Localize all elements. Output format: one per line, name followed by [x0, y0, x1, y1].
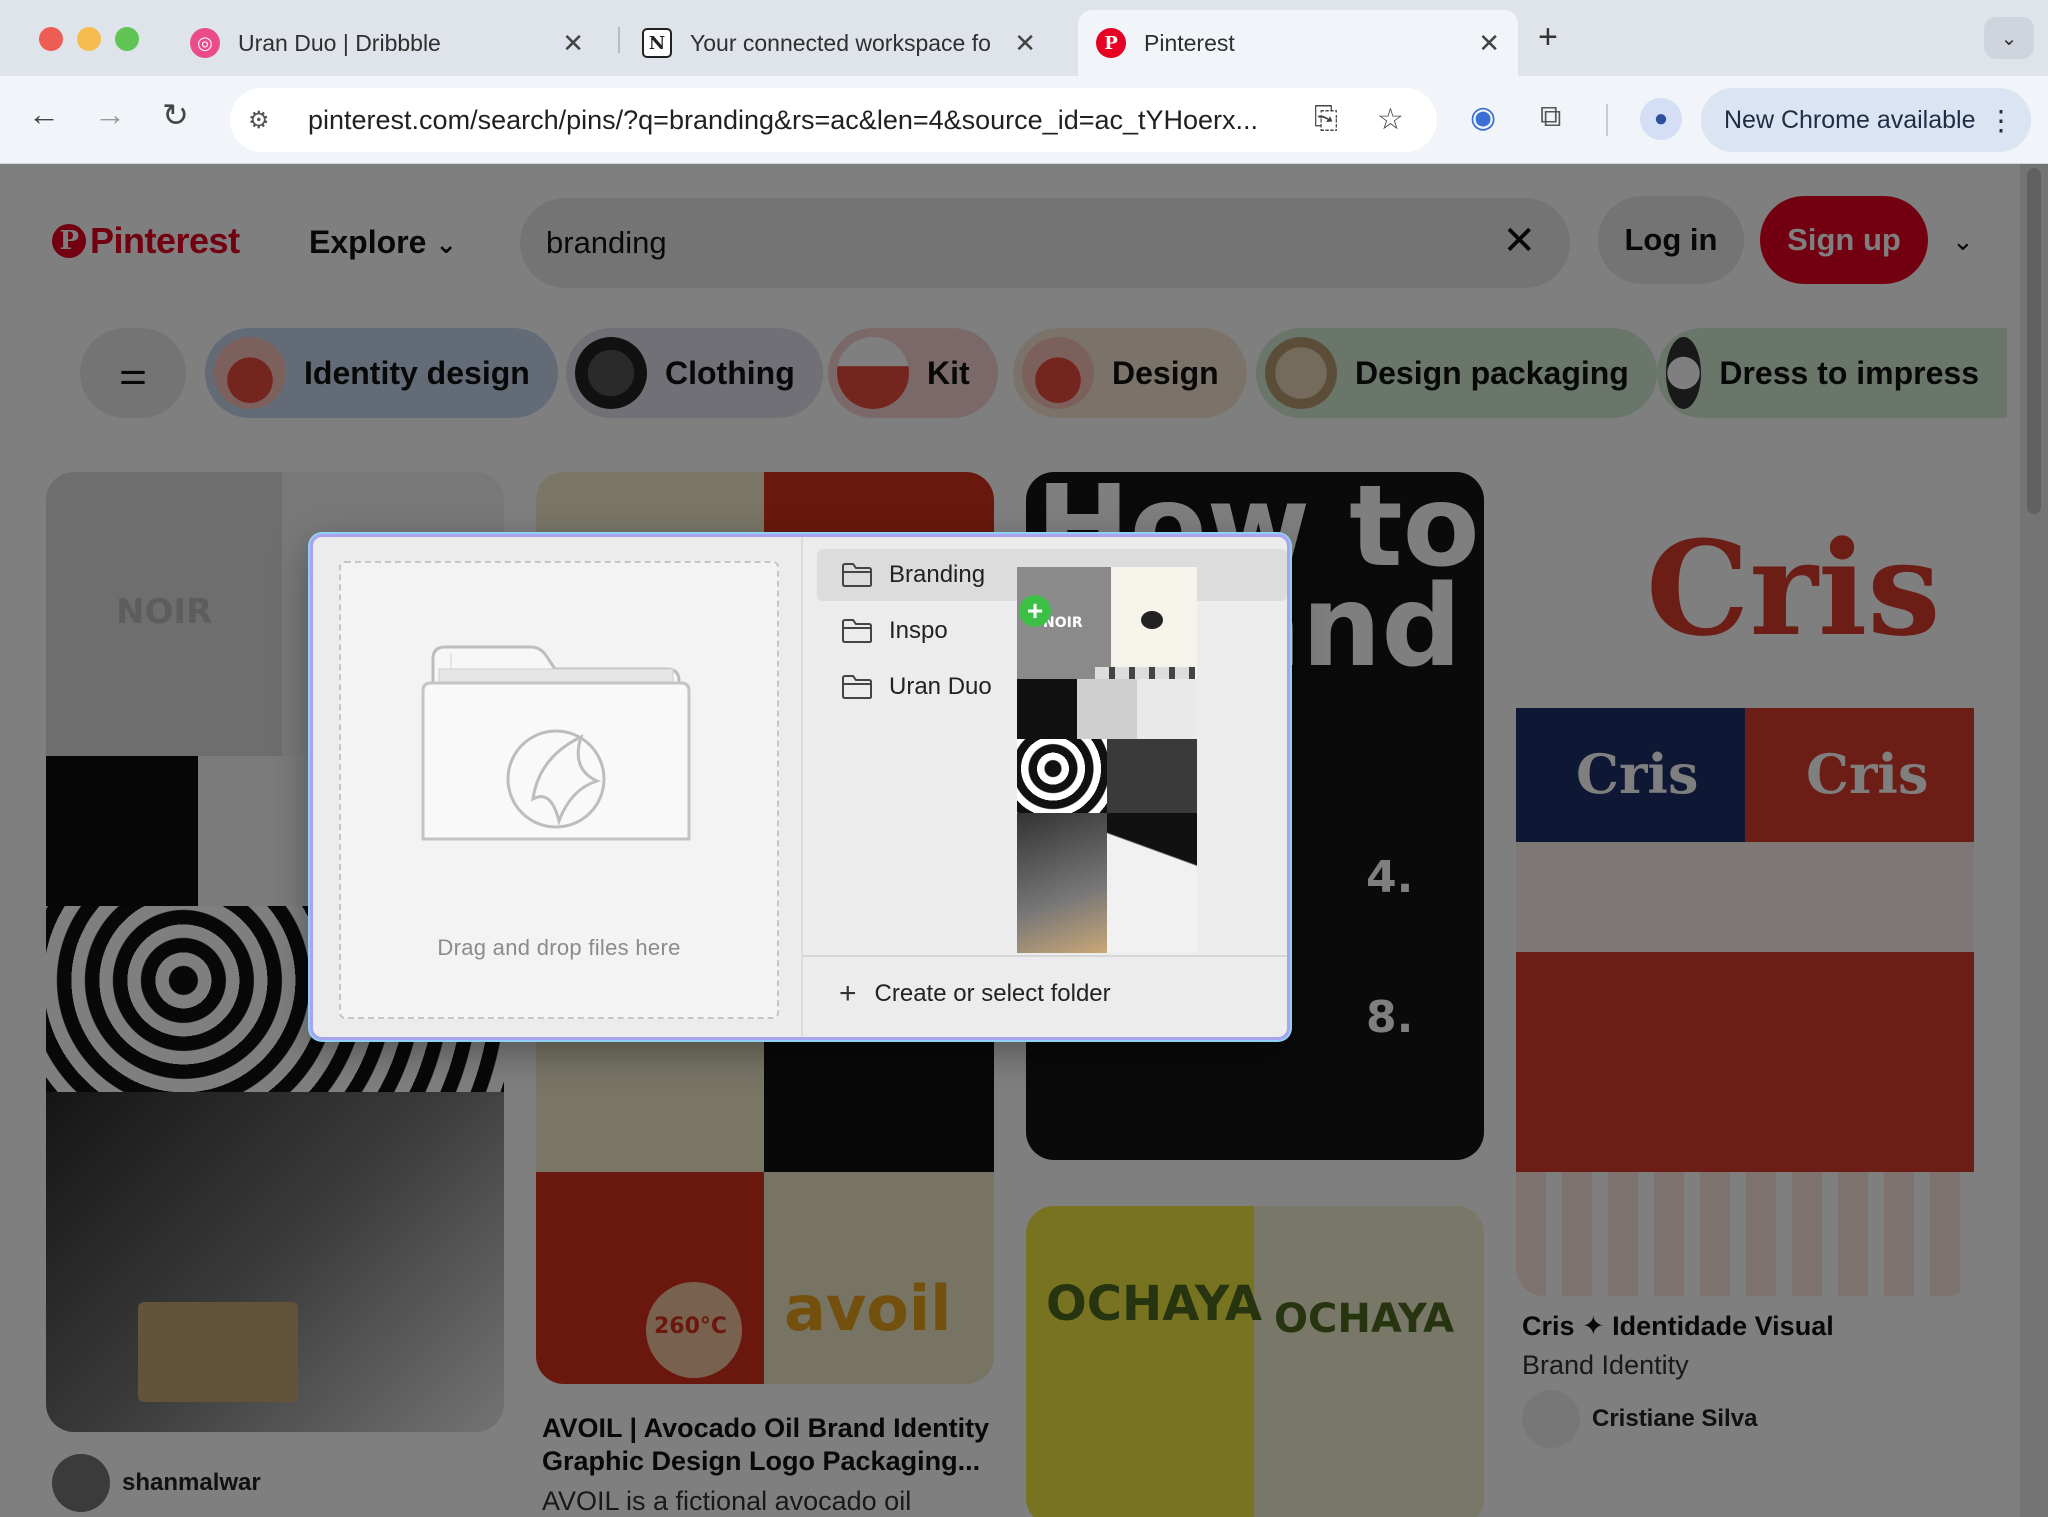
tab-strip: ◎ Uran Duo | Dribbble ✕ N Your connected…: [0, 0, 2048, 76]
dragged-pin-preview[interactable]: NOIR: [1017, 567, 1197, 953]
save-to-folder-panel: Drag and drop files here Branding Inspo …: [310, 534, 1290, 1040]
create-folder-label: Create or select folder: [874, 980, 1111, 1007]
create-folder-button[interactable]: + Create or select folder: [839, 977, 1111, 1011]
folder-label: Inspo: [889, 617, 948, 644]
plus-icon: +: [839, 977, 857, 1010]
footer-divider: [803, 955, 1287, 957]
toolbar-divider: [1606, 104, 1608, 136]
file-dropzone[interactable]: Drag and drop files here: [339, 561, 779, 1019]
pinterest-icon: P: [1096, 28, 1126, 58]
tab-title: Uran Duo | Dribbble: [238, 29, 441, 56]
url-text[interactable]: pinterest.com/search/pins/?q=branding&rs…: [308, 105, 1308, 136]
address-bar[interactable]: ⚙ pinterest.com/search/pins/?q=branding&…: [230, 88, 1437, 152]
reload-button[interactable]: ↻: [162, 96, 189, 134]
tab-divider: [618, 27, 620, 53]
window-minimize-button[interactable]: [77, 27, 101, 51]
tab-title: Pinterest: [1144, 29, 1235, 56]
dribbble-icon: ◎: [190, 28, 220, 58]
color-swatches: [1095, 667, 1195, 679]
window-zoom-button[interactable]: [115, 27, 139, 51]
folder-label: Branding: [889, 561, 986, 588]
preview-image: [1017, 739, 1107, 813]
window-close-button[interactable]: [39, 27, 63, 51]
folder-label: Uran Duo: [889, 673, 992, 700]
tab-search-button[interactable]: ⌄: [1984, 17, 2034, 59]
tab-pinterest[interactable]: P Pinterest ✕: [1078, 10, 1518, 76]
extension-globe-icon[interactable]: ◉: [1470, 100, 1496, 135]
preview-image: [1017, 813, 1107, 953]
folder-icon: [842, 675, 872, 699]
more-menu-icon[interactable]: ⋮: [1987, 104, 2015, 137]
new-tab-button[interactable]: +: [1538, 18, 1558, 57]
preview-image: [1107, 739, 1197, 813]
browser-toolbar: ← → ↻ ⚙ pinterest.com/search/pins/?q=bra…: [0, 76, 2048, 164]
install-app-icon[interactable]: ⎘: [1314, 102, 1338, 136]
profile-avatar-icon[interactable]: ●: [1640, 98, 1682, 140]
folder-icon: [842, 563, 872, 587]
chrome-update-button[interactable]: New Chrome available ⋮: [1701, 88, 2031, 152]
extensions-puzzle-icon[interactable]: ⧉: [1540, 100, 1561, 134]
cup-icon: [1141, 611, 1163, 629]
panel-divider: [801, 537, 803, 1037]
bookmark-star-icon[interactable]: ☆: [1377, 102, 1404, 137]
preview-image: [1137, 679, 1197, 739]
notion-icon: N: [642, 28, 672, 58]
chrome-update-label: New Chrome available: [1724, 105, 1976, 134]
close-icon[interactable]: ✕: [562, 28, 584, 59]
tab-notion[interactable]: N Your connected workspace fo ✕: [624, 10, 1054, 76]
folder-icon: [842, 619, 872, 643]
back-button[interactable]: ←: [28, 96, 60, 133]
tab-dribbble[interactable]: ◎ Uran Duo | Dribbble ✕: [172, 10, 602, 76]
forward-button[interactable]: →: [94, 96, 126, 133]
tab-title: Your connected workspace fo: [690, 29, 991, 56]
preview-image: [1077, 679, 1137, 739]
add-plus-icon: +: [1019, 595, 1051, 627]
preview-image: [1107, 813, 1197, 953]
site-settings-icon[interactable]: ⚙: [248, 106, 288, 135]
folder-logo-icon: [421, 645, 691, 841]
close-icon[interactable]: ✕: [1478, 28, 1500, 59]
close-icon[interactable]: ✕: [1014, 28, 1036, 59]
dropzone-label: Drag and drop files here: [437, 935, 681, 960]
preview-image: [1017, 679, 1077, 739]
